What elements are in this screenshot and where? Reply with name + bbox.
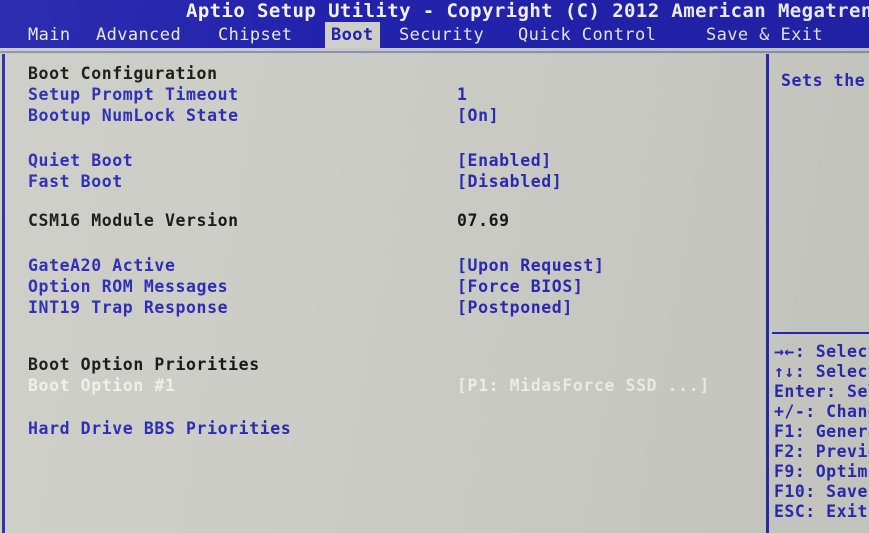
setting-value-setup-prompt-timeout[interactable]: 1 [457, 84, 468, 105]
setting-label-bootup-numlock-state: Bootup NumLock State [28, 106, 239, 125]
legend-row-2: Enter: Select [774, 382, 869, 401]
legend-row-4: F1: General Help [774, 422, 869, 441]
title-bar: Aptio Setup Utility - Copyright (C) 2012… [0, 0, 869, 22]
legend-separator [772, 332, 869, 334]
setting-row-gatea20-active[interactable]: GateA20 Active [Upon Request] [5, 255, 766, 276]
setting-label-fast-boot: Fast Boot [28, 172, 123, 191]
key-legend: →←: Select Screen↑↓: Select ItemEnter: S… [774, 342, 869, 522]
menu-underline-rule [0, 51, 869, 53]
setting-label-boot-option-num1: Boot Option #1 [28, 376, 176, 395]
setting-value-quiet-boot[interactable]: [Enabled] [457, 150, 552, 171]
setting-label-setup-prompt-timeout: Setup Prompt Timeout [28, 85, 239, 104]
setting-label-boot-option-priorities: Boot Option Priorities [28, 355, 260, 374]
setting-value-bootup-numlock-state[interactable]: [On] [457, 105, 499, 126]
legend-row-7: F10: Save & Exit [774, 482, 869, 501]
setting-row-csm16-module-version: CSM16 Module Version 07.69 [5, 210, 766, 231]
menu-tab-bar: Main Advanced Chipset Boot Security Quick Con… [0, 22, 869, 48]
setting-row-boot-option-num1[interactable]: Boot Option #1 [P1: MidasForce SSD ...] [5, 375, 766, 396]
setting-row-boot-configuration: Boot Configuration [5, 63, 766, 84]
setting-label-boot-configuration: Boot Configuration [28, 64, 218, 83]
setting-label-csm16-module-version: CSM16 Module Version [28, 211, 239, 230]
bios-setup-screen: Aptio Setup Utility - Copyright (C) 2012… [0, 0, 869, 533]
tab-boot[interactable]: Boot [325, 22, 380, 48]
setting-row-quiet-boot[interactable]: Quiet Boot [Enabled] [5, 150, 766, 171]
tab-advanced[interactable]: Advanced [90, 22, 187, 48]
body-area: Boot Configuration Setup Prompt Timeout 1 B… [0, 54, 869, 533]
setting-value-csm16-module-version: 07.69 [457, 211, 510, 230]
tab-chipset[interactable]: Chipset [212, 22, 298, 48]
legend-row-0: →←: Select Screen [774, 342, 869, 361]
tab-main[interactable]: Main [22, 22, 77, 48]
setting-row-fast-boot[interactable]: Fast Boot [Disabled] [5, 171, 766, 192]
legend-row-5: F2: Previous Values [774, 442, 869, 461]
setting-row-option-rom-messages[interactable]: Option ROM Messages [Force BIOS] [5, 276, 766, 297]
setting-value-int19-trap-response[interactable]: [Postponed] [457, 297, 573, 318]
page-title: Aptio Setup Utility - Copyright (C) 2012… [186, 0, 869, 22]
setting-row-int19-trap-response[interactable]: INT19 Trap Response [Postponed] [5, 297, 766, 318]
setting-label-int19-trap-response: INT19 Trap Response [28, 298, 229, 317]
help-text: Sets the [781, 71, 866, 90]
setting-value-option-rom-messages[interactable]: [Force BIOS] [457, 276, 583, 297]
setting-label-gatea20-active: GateA20 Active [28, 256, 176, 275]
setting-label-option-rom-messages: Option ROM Messages [28, 277, 229, 296]
tab-save-exit[interactable]: Save & Exit [700, 22, 829, 48]
legend-row-8: ESC: Exit [774, 502, 868, 521]
setting-value-gatea20-active[interactable]: [Upon Request] [457, 255, 604, 276]
setting-row-setup-prompt-timeout[interactable]: Setup Prompt Timeout 1 [5, 84, 766, 105]
legend-row-6: F9: Optimized Defaults [774, 462, 869, 481]
help-panel: Sets the →←: Select Screen↑↓: Select Ite… [769, 54, 869, 533]
legend-row-3: +/-: Change Opt. [774, 402, 869, 421]
settings-panel: Boot Configuration Setup Prompt Timeout 1 B… [5, 54, 766, 533]
legend-row-1: ↑↓: Select Item [774, 362, 869, 381]
setting-label-quiet-boot: Quiet Boot [28, 151, 134, 170]
setting-label-hard-drive-bbs-priorities: Hard Drive BBS Priorities [28, 419, 292, 438]
setting-row-hard-drive-bbs-priorities[interactable]: Hard Drive BBS Priorities [5, 418, 766, 439]
tab-security[interactable]: Security [393, 22, 490, 48]
setting-value-fast-boot[interactable]: [Disabled] [457, 171, 562, 192]
setting-row-bootup-numlock-state[interactable]: Bootup NumLock State [On] [5, 105, 766, 126]
setting-row-boot-option-priorities: Boot Option Priorities [5, 354, 766, 375]
setting-value-boot-option-num1[interactable]: [P1: MidasForce SSD ...] [457, 375, 710, 396]
tab-quick-control[interactable]: Quick Control [512, 22, 662, 48]
